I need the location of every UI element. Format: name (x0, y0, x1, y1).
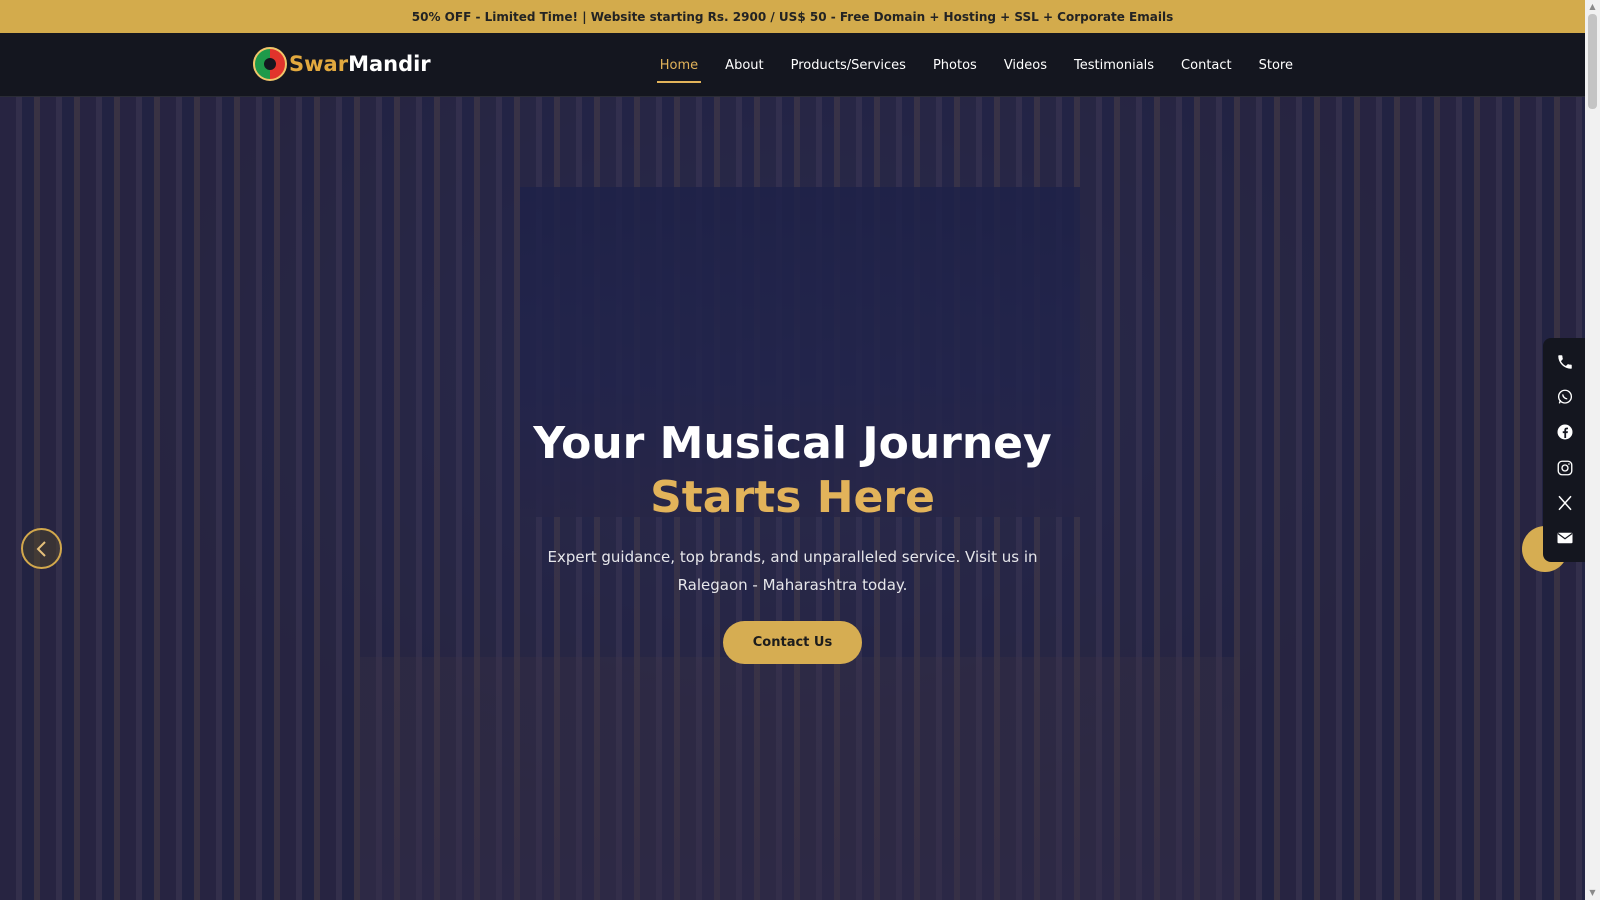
scroll-up-icon[interactable]: ▲ (1588, 2, 1597, 11)
promo-banner: 50% OFF - Limited Time! | Website starti… (0, 0, 1585, 33)
nav-photos[interactable]: Photos (933, 58, 977, 73)
logo-text-swar: Swar (289, 52, 349, 76)
hero-section: Your Musical Journey Starts Here Expert … (0, 97, 1585, 900)
scrollbar-thumb[interactable] (1588, 14, 1597, 109)
nav-about[interactable]: About (725, 58, 763, 73)
nav-contact[interactable]: Contact (1181, 58, 1232, 73)
chevron-left-icon (36, 540, 46, 557)
phone-icon[interactable] (1554, 351, 1576, 373)
social-sidebar (1543, 338, 1587, 562)
nav-videos[interactable]: Videos (1004, 58, 1047, 73)
email-icon[interactable] (1554, 527, 1576, 549)
hero-content: Your Musical Journey Starts Here Expert … (0, 417, 1585, 664)
instagram-icon[interactable] (1554, 457, 1576, 479)
promo-text: 50% OFF - Limited Time! | Website starti… (411, 9, 1174, 24)
hero-title-highlight: Starts Here (650, 472, 935, 523)
nav-products-services[interactable]: Products/Services (791, 58, 906, 73)
facebook-icon[interactable] (1554, 421, 1576, 443)
main-nav: Home About Products/Services Photos Vide… (633, 33, 1293, 97)
contact-us-button[interactable]: Contact Us (722, 621, 863, 664)
scroll-down-icon[interactable]: ▼ (1588, 888, 1597, 897)
slider-prev-button[interactable] (21, 528, 62, 569)
logo-icon (253, 47, 287, 81)
x-icon[interactable] (1554, 492, 1576, 514)
navbar: SwarMandir Home About Products/Services … (0, 33, 1585, 97)
nav-store[interactable]: Store (1259, 58, 1293, 73)
logo[interactable]: SwarMandir (253, 47, 431, 81)
logo-text-mandir: Mandir (348, 52, 431, 76)
logo-text: SwarMandir (289, 52, 431, 76)
page-scrollbar[interactable]: ▲ ▼ (1585, 0, 1600, 900)
nav-home[interactable]: Home (656, 58, 702, 83)
nav-testimonials[interactable]: Testimonials (1074, 58, 1154, 73)
whatsapp-icon[interactable] (1554, 386, 1576, 408)
hero-title: Your Musical Journey (533, 418, 1052, 469)
hero-subtitle: Expert guidance, top brands, and unparal… (547, 548, 1038, 594)
